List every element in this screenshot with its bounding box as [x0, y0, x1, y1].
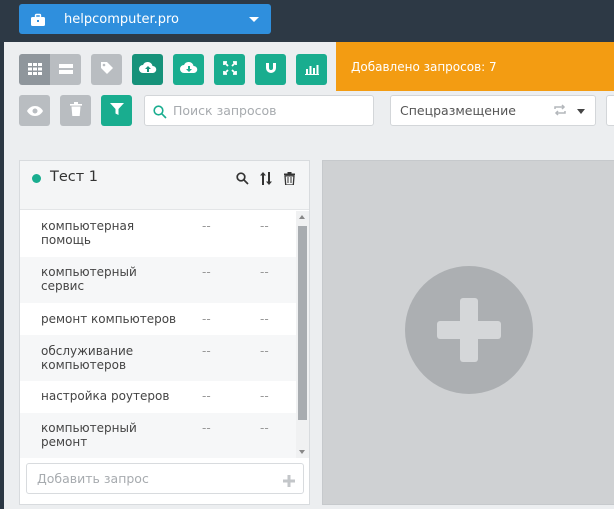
metric-2: -- [260, 421, 269, 435]
refresh-icon[interactable] [553, 104, 567, 119]
placement-select[interactable]: Спецразмещение [390, 95, 596, 126]
cloud-upload-icon [138, 60, 157, 79]
scrollbar-thumb[interactable] [298, 226, 307, 420]
list-item[interactable]: настройка роутеров -- -- [20, 381, 296, 413]
tag-icon [100, 60, 114, 79]
placement-select-value: Спецразмещение [400, 103, 516, 118]
metric-1: -- [202, 312, 211, 326]
eye-button[interactable] [19, 95, 50, 126]
trash-icon[interactable] [284, 170, 295, 189]
add-query-box [26, 463, 304, 494]
grid-view-button[interactable] [19, 54, 50, 85]
metric-1: -- [202, 265, 211, 279]
sort-icon[interactable] [260, 170, 272, 189]
filter-icon [109, 101, 124, 120]
add-query-input[interactable] [37, 471, 277, 486]
bar-chart-button[interactable] [296, 54, 327, 85]
chevron-down-icon [249, 17, 259, 22]
metric-1: -- [202, 421, 211, 435]
search-input[interactable] [173, 103, 363, 118]
search-icon[interactable] [236, 170, 249, 189]
project-select[interactable]: helpcomputer.pro [19, 4, 271, 34]
metric-2: -- [260, 312, 269, 326]
list-item[interactable]: компьютерная помощь -- -- [20, 211, 296, 257]
list-item[interactable]: ремонт компьютеров -- -- [20, 303, 296, 335]
group-title: Тест 1 [50, 169, 99, 185]
scroll-up-icon[interactable] [299, 215, 305, 219]
list-view-icon [58, 60, 73, 79]
project-name: helpcomputer.pro [64, 11, 180, 27]
scrollbar[interactable] [296, 211, 309, 458]
search-icon [153, 104, 167, 119]
eye-icon [26, 101, 43, 120]
metric-2: -- [260, 219, 269, 233]
filter-button[interactable] [101, 95, 132, 126]
list-view-button[interactable] [50, 54, 81, 85]
add-group-button[interactable] [405, 266, 533, 394]
cloud-upload-button[interactable] [132, 54, 163, 85]
list-item[interactable]: компьютерный ремонт -- -- [20, 413, 296, 458]
secondary-select[interactable] [606, 95, 614, 126]
metric-1: -- [202, 219, 211, 233]
view-toggle [19, 54, 81, 85]
metric-1: -- [202, 344, 211, 358]
keyword-text: ремонт компьютеров [41, 312, 177, 326]
group-header: Тест 1 [20, 161, 309, 210]
expand-icon [222, 60, 237, 79]
metric-2: -- [260, 265, 269, 279]
status-dot [32, 174, 41, 183]
metric-2: -- [260, 389, 269, 403]
metric-2: -- [260, 344, 269, 358]
keyword-text: компьютерная помощь [41, 219, 135, 247]
workspace: Добавлено запросов: 7 Спецразмещение [4, 42, 614, 509]
expand-button[interactable] [214, 54, 245, 85]
magnet-icon [264, 60, 278, 79]
metric-1: -- [202, 389, 211, 403]
tag-button[interactable] [91, 54, 122, 85]
magnet-button[interactable] [255, 54, 286, 85]
cloud-download-icon [179, 60, 198, 79]
plus-icon[interactable] [283, 472, 295, 491]
briefcase-icon [30, 12, 46, 26]
notification-text: Добавлено запросов: 7 [351, 59, 497, 74]
keyword-text: настройка роутеров [41, 389, 170, 403]
trash-icon [69, 101, 82, 120]
keyword-text: компьютерный ремонт [41, 421, 137, 449]
trash-button[interactable] [60, 95, 91, 126]
chevron-down-icon [577, 109, 585, 114]
cloud-download-button[interactable] [173, 54, 204, 85]
notification-banner: Добавлено запросов: 7 [336, 42, 614, 91]
add-group-panel[interactable] [322, 160, 614, 505]
bar-chart-icon [304, 60, 319, 79]
group-panel: Тест 1 компьютерная помощь -- -- компьюте… [19, 160, 310, 505]
scroll-down-icon[interactable] [299, 450, 305, 454]
keyword-text: обслуживание компьютеров [41, 344, 134, 372]
keyword-list: компьютерная помощь -- -- компьютерный сер… [20, 211, 296, 458]
keyword-text: компьютерный сервис [41, 265, 137, 293]
search-box [144, 95, 374, 126]
top-bar: helpcomputer.pro [0, 0, 614, 42]
list-item[interactable]: компьютерный сервис -- -- [20, 257, 296, 303]
grid-view-icon [27, 60, 42, 79]
list-item[interactable]: обслуживание компьютеров -- -- [20, 335, 296, 381]
